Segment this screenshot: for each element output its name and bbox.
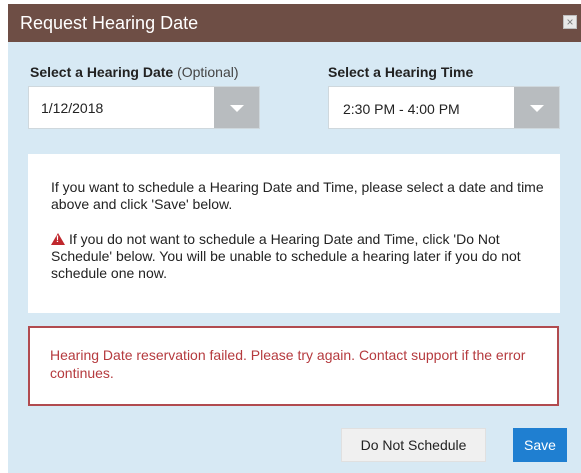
do-not-schedule-warning: If you do not want to schedule a Hearing…: [51, 231, 551, 282]
request-hearing-dialog: Request Hearing Date × Select a Hearing …: [8, 4, 581, 473]
hearing-date-label: Select a Hearing Date (Optional): [30, 63, 239, 81]
error-message-box: Hearing Date reservation failed. Please …: [28, 326, 559, 406]
hearing-date-dropdown-button[interactable]: [214, 87, 259, 128]
warning-icon: [51, 233, 65, 245]
hearing-time-label: Select a Hearing Time: [328, 63, 473, 81]
hearing-date-label-text: Select a Hearing Date: [30, 64, 174, 80]
chevron-down-icon: [530, 105, 544, 112]
hearing-time-select[interactable]: 2:30 PM - 4:00 PM: [328, 86, 560, 129]
instructions-panel: If you want to schedule a Hearing Date a…: [28, 154, 560, 313]
do-not-schedule-button[interactable]: Do Not Schedule: [341, 428, 486, 462]
dialog-titlebar: Request Hearing Date ×: [8, 4, 581, 42]
hearing-time-label-text: Select a Hearing Time: [328, 64, 474, 80]
instructions-text: If you want to schedule a Hearing Date a…: [51, 179, 544, 212]
warning-text: If you do not want to schedule a Hearing…: [51, 231, 521, 281]
dialog-title: Request Hearing Date: [20, 13, 199, 33]
hearing-date-optional-text: (Optional): [177, 64, 239, 80]
hearing-date-select[interactable]: 1/12/2018: [28, 86, 260, 129]
error-message: Hearing Date reservation failed. Please …: [50, 347, 526, 381]
hearing-date-value: 1/12/2018: [41, 100, 104, 116]
close-icon[interactable]: ×: [563, 15, 577, 29]
chevron-down-icon: [230, 105, 244, 112]
hearing-time-value: 2:30 PM - 4:00 PM: [343, 101, 460, 117]
save-button[interactable]: Save: [513, 428, 567, 462]
hearing-time-dropdown-button[interactable]: [514, 87, 559, 128]
